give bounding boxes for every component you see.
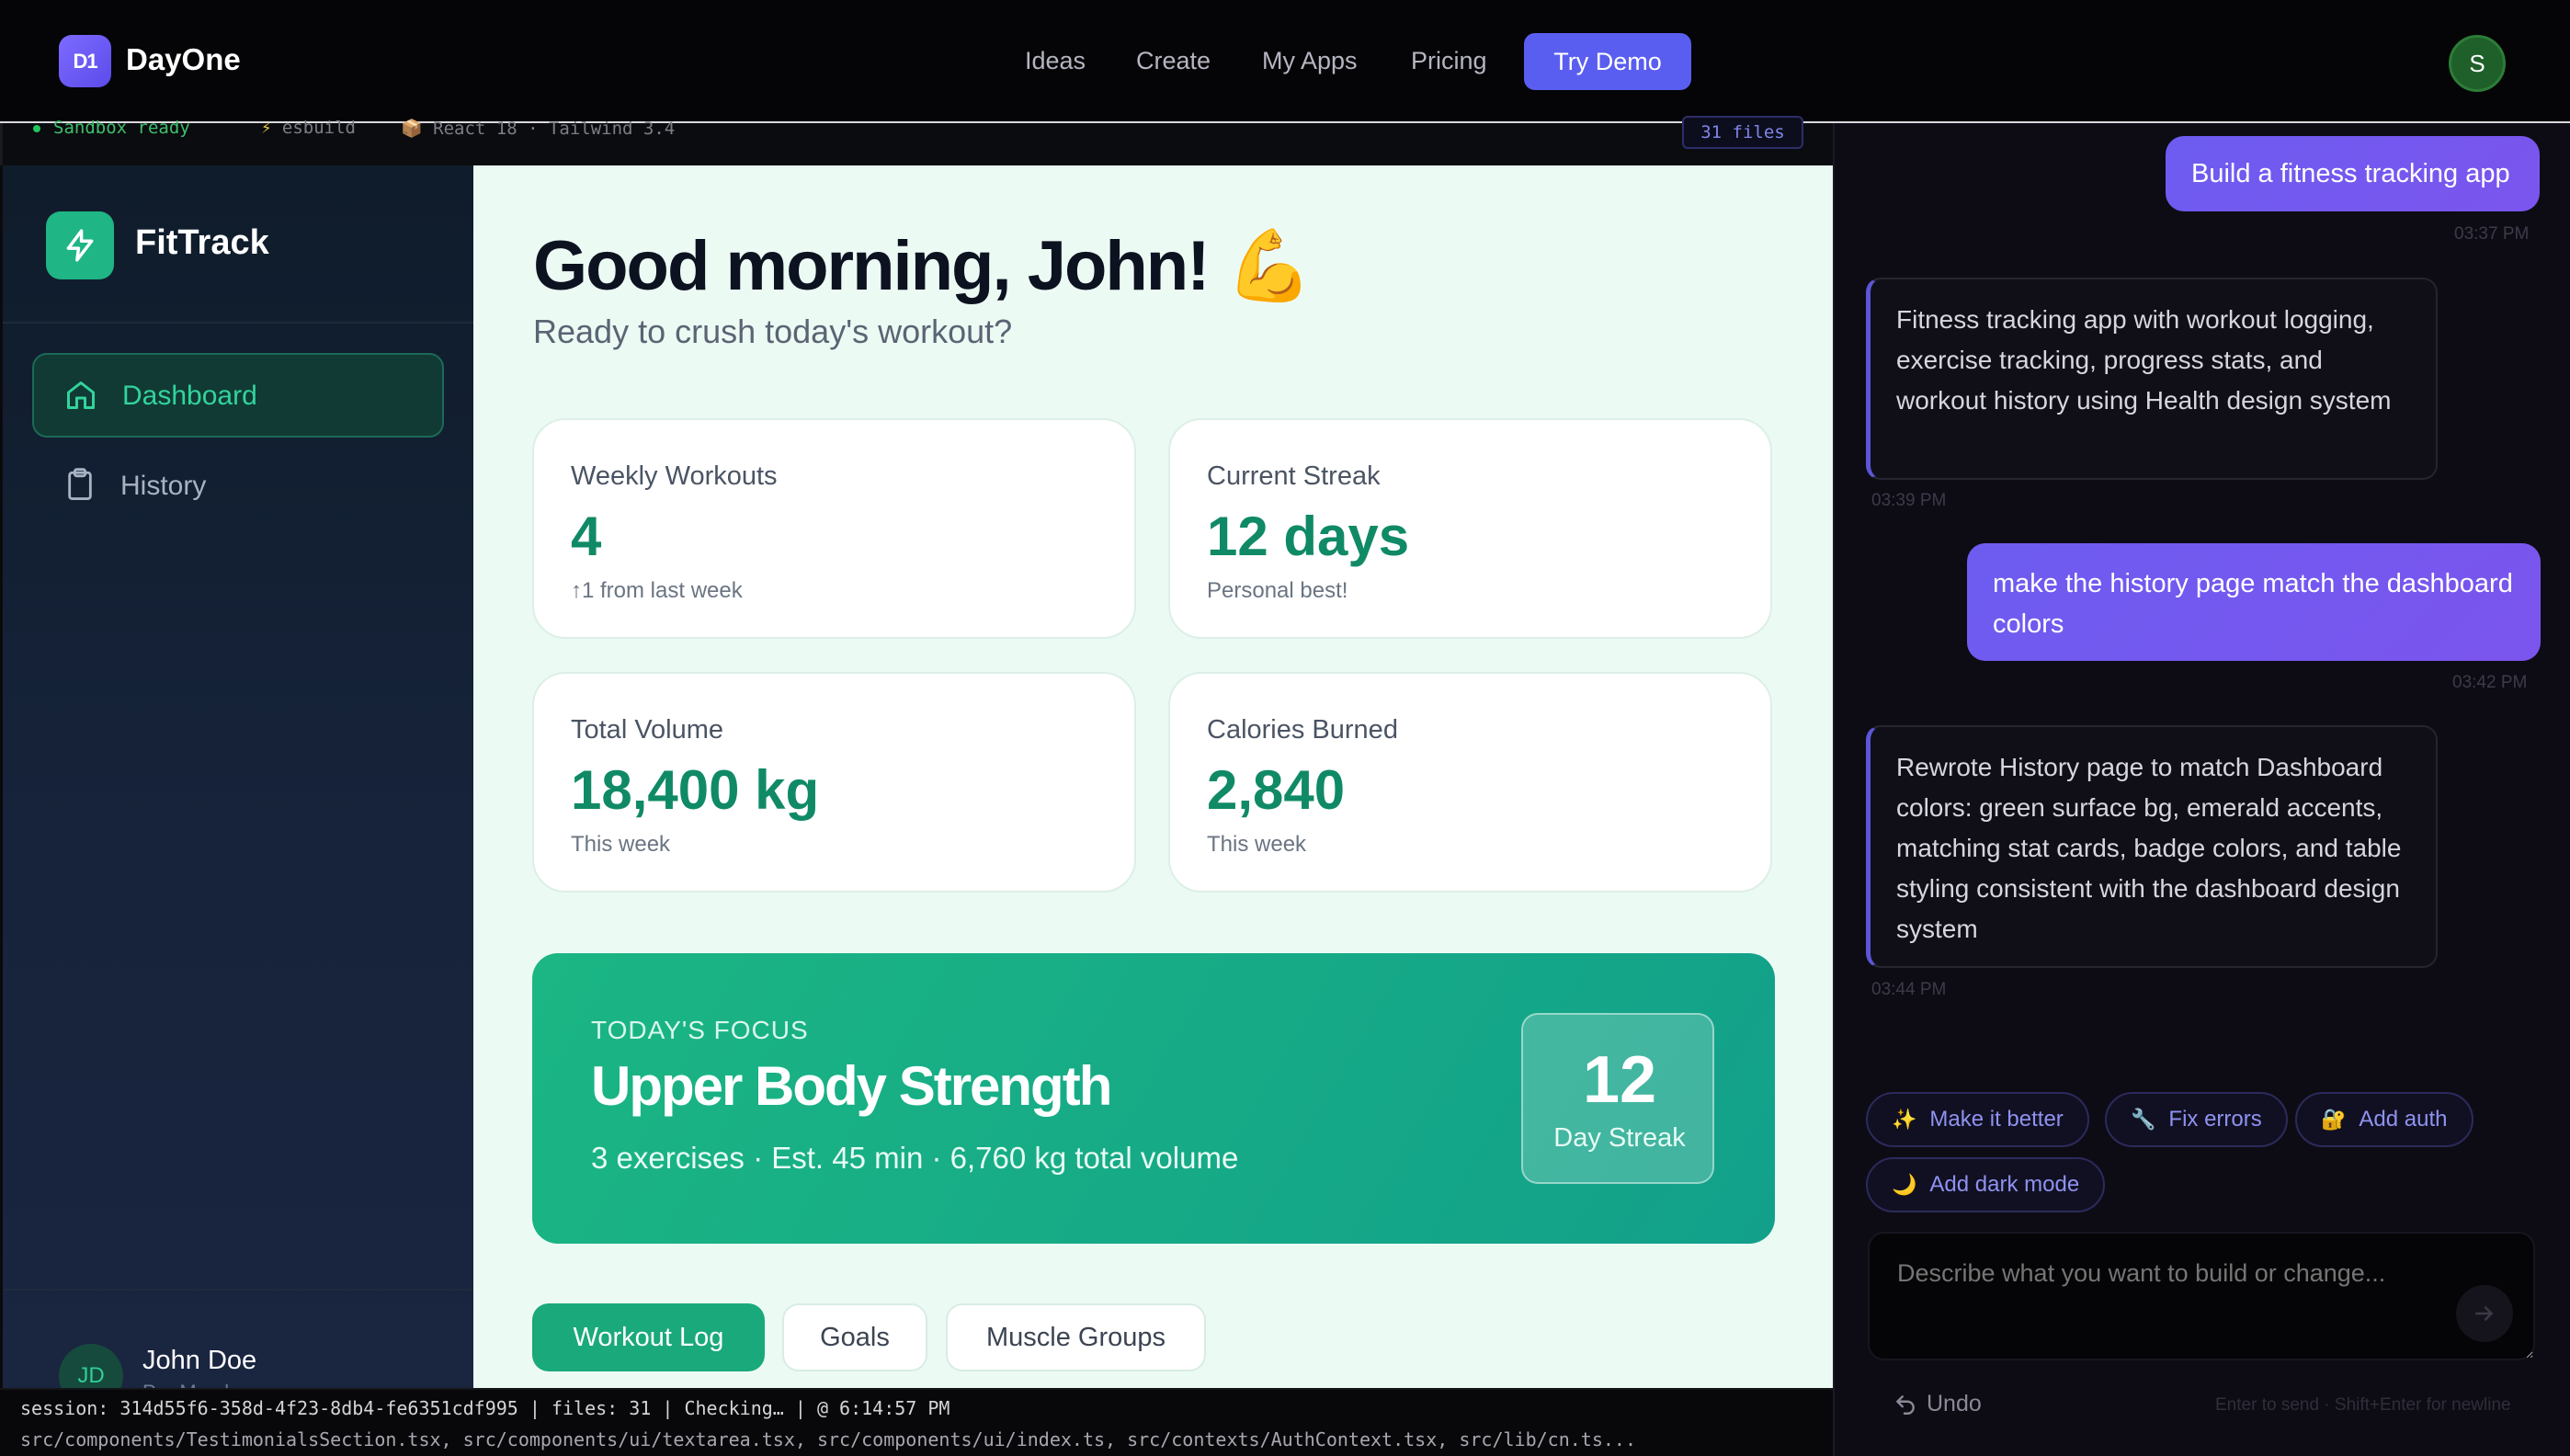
home-icon: [64, 379, 97, 416]
bundler-label: esbuild: [281, 118, 356, 138]
try-demo-button[interactable]: Try Demo: [1524, 33, 1691, 90]
stat-sub: ↑1 from last week: [571, 578, 743, 603]
tab-workout-log[interactable]: Workout Log: [532, 1303, 765, 1371]
files-count-badge[interactable]: 31 files: [1682, 116, 1803, 149]
message-time: 03:44 PM: [1871, 980, 1947, 999]
focus-title: Upper Body Strength: [591, 1055, 1112, 1117]
streak-number: 12: [1582, 1043, 1657, 1117]
stack-label: React 18 · Tailwind 3.4: [433, 119, 676, 139]
sparkles-icon: ✨: [1892, 1108, 1917, 1131]
undo-icon: [1895, 1394, 1915, 1415]
chat-message-user: make the history page match the dashboar…: [1967, 543, 2541, 661]
app-root: D1 DayOne Ideas Create My Apps Pricing T…: [0, 0, 2570, 1456]
sidebar-item-history[interactable]: History: [120, 471, 206, 502]
sidebar-divider: [3, 1289, 473, 1291]
nav-create[interactable]: Create: [1136, 47, 1211, 75]
stat-sub: Personal best!: [1207, 578, 1348, 603]
chip-label: Make it better: [1929, 1107, 2064, 1132]
message-time: 03:42 PM: [2452, 673, 2528, 692]
user-avatar[interactable]: S: [2449, 35, 2506, 92]
send-button[interactable]: [2456, 1285, 2513, 1342]
brand-name[interactable]: DayOne: [126, 42, 241, 77]
stat-card-current-streak[interactable]: Current Streak 12 days Personal best!: [1168, 418, 1772, 639]
lightning-logo-icon: [46, 211, 114, 279]
user-name: John Doe: [142, 1346, 257, 1375]
suggestion-add-dark-mode[interactable]: 🌙 Add dark mode: [1866, 1157, 2106, 1212]
chip-label: Add dark mode: [1929, 1172, 2080, 1197]
stat-sub: This week: [1207, 832, 1307, 857]
sidebar-item-label: Dashboard: [122, 381, 257, 411]
stat-card-calories-burned[interactable]: Calories Burned 2,840 This week: [1168, 672, 1772, 893]
stat-value: 18,400 kg: [571, 759, 820, 821]
chip-label: Add auth: [2359, 1107, 2448, 1132]
stat-sub: This week: [571, 832, 671, 857]
chip-label: Fix errors: [2168, 1107, 2262, 1132]
sandbox-status-dot: [33, 125, 40, 132]
message-time: 03:39 PM: [1871, 491, 1947, 510]
tab-goals[interactable]: Goals: [782, 1303, 927, 1371]
tab-muscle-groups[interactable]: Muscle Groups: [946, 1303, 1206, 1371]
lock-icon: 🔐: [2321, 1108, 2347, 1131]
bundler-info: ⚡ esbuild: [261, 118, 356, 138]
arrow-right-icon: [2475, 1306, 2494, 1321]
message-time: 03:37 PM: [2454, 224, 2530, 244]
session-info: session: 314d55f6-358d-4f23-8db4-fe6351c…: [20, 1397, 950, 1419]
stat-title: Current Streak: [1207, 461, 1381, 491]
wrench-icon: 🔧: [2131, 1108, 2156, 1131]
package-icon: 📦: [401, 119, 423, 139]
focus-description: 3 exercises · Est. 45 min · 6,760 kg tot…: [591, 1141, 1239, 1175]
suggestion-make-it-better[interactable]: ✨ Make it better: [1866, 1092, 2089, 1147]
suggestion-fix-errors[interactable]: 🔧 Fix errors: [2105, 1092, 2288, 1147]
undo-button[interactable]: Undo: [1893, 1391, 1982, 1417]
chat-message-assistant: Rewrote History page to match Dashboard …: [1866, 725, 2438, 968]
stat-value: 4: [571, 506, 602, 567]
todays-focus-card[interactable]: TODAY'S FOCUS Upper Body Strength 3 exer…: [532, 953, 1775, 1244]
sandbox-status: Sandbox ready: [53, 118, 190, 138]
keyboard-hint: Enter to send · Shift+Enter for newline: [2215, 1395, 2511, 1415]
dayone-logo-icon[interactable]: D1: [59, 35, 111, 87]
undo-label: Undo: [1927, 1391, 1982, 1416]
nav-ideas[interactable]: Ideas: [1025, 47, 1086, 75]
stack-info: 📦 React 18 · Tailwind 3.4: [401, 118, 675, 139]
sidebar-divider: [3, 322, 473, 324]
day-streak-badge: 12 Day Streak: [1521, 1013, 1714, 1184]
clipboard-icon: [64, 467, 96, 506]
app-sidebar: [3, 165, 473, 1388]
suggestion-add-auth[interactable]: 🔐 Add auth: [2295, 1092, 2473, 1147]
chat-prompt-input[interactable]: [1868, 1232, 2535, 1360]
stat-value: 12 days: [1207, 506, 1410, 567]
chat-message-assistant: Fitness tracking app with workout loggin…: [1866, 278, 2438, 480]
page-title: Good morning, John! 💪: [533, 227, 1313, 305]
focus-kicker: TODAY'S FOCUS: [591, 1016, 809, 1044]
moon-icon: 🌙: [1892, 1173, 1917, 1196]
stat-title: Weekly Workouts: [571, 461, 778, 491]
streak-label: Day Streak: [1553, 1123, 1686, 1153]
app-name: FitTrack: [135, 223, 269, 262]
chat-message-user: Build a fitness tracking app: [2166, 136, 2540, 211]
stat-card-weekly-workouts[interactable]: Weekly Workouts 4 ↑1 from last week: [532, 418, 1136, 639]
stat-title: Calories Burned: [1207, 715, 1398, 745]
nav-pricing[interactable]: Pricing: [1411, 47, 1487, 75]
page-subtitle: Ready to crush today's workout?: [533, 313, 1013, 350]
changed-files-list: src/components/TestimonialsSection.tsx, …: [20, 1428, 1636, 1450]
nav-my-apps[interactable]: My Apps: [1262, 47, 1358, 75]
stat-card-total-volume[interactable]: Total Volume 18,400 kg This week: [532, 672, 1136, 893]
stat-value: 2,840: [1207, 759, 1346, 821]
stat-title: Total Volume: [571, 715, 724, 745]
lightning-icon: ⚡: [261, 118, 272, 138]
